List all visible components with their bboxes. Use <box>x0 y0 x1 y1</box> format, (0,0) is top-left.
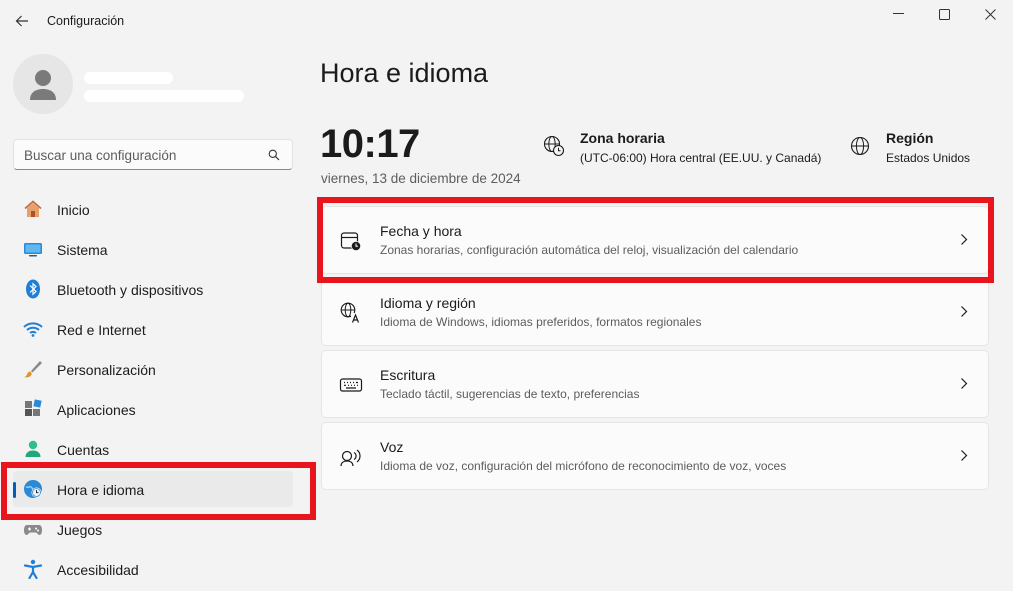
globe-clock-icon <box>543 135 565 157</box>
card-escritura[interactable]: Escritura Teclado táctil, sugerencias de… <box>321 350 989 418</box>
back-arrow-icon <box>15 15 28 27</box>
card-title: Voz <box>380 439 404 455</box>
region-value: Estados Unidos <box>886 151 971 165</box>
card-subtitle: Idioma de voz, configuración del micrófo… <box>380 459 787 473</box>
region-title: Región <box>886 130 934 146</box>
maximize-button[interactable] <box>921 0 967 28</box>
home-icon <box>24 200 42 217</box>
card-subtitle: Teclado táctil, sugerencias de texto, pr… <box>380 387 640 401</box>
sidebar-item-personalizacion[interactable]: Personalización <box>13 351 293 387</box>
sidebar-item-label: Sistema <box>57 242 108 258</box>
language-icon <box>340 302 362 324</box>
highlight-box-nav <box>1 462 316 520</box>
timezone-title: Zona horaria <box>580 130 665 146</box>
globe-icon <box>850 136 870 156</box>
card-title: Idioma y región <box>380 295 476 311</box>
back-button[interactable] <box>10 9 34 33</box>
close-button[interactable] <box>967 0 1013 28</box>
page-title: Hora e idioma <box>320 58 489 88</box>
sidebar-item-aplicaciones[interactable]: Aplicaciones <box>13 391 293 427</box>
sidebar-item-label: Juegos <box>57 522 103 538</box>
sidebar-item-accesibilidad[interactable]: Accesibilidad <box>13 551 293 587</box>
card-subtitle: Idioma de Windows, idiomas preferidos, f… <box>380 315 702 329</box>
sidebar-item-red[interactable]: Red e Internet <box>13 311 293 347</box>
title-bar: Configuración <box>0 0 1013 44</box>
sidebar-item-inicio[interactable]: Inicio <box>13 191 293 227</box>
card-voz[interactable]: Voz Idioma de voz, configuración del mic… <box>321 422 989 490</box>
settings-search[interactable] <box>13 139 293 170</box>
apps-icon <box>25 399 42 416</box>
user-email-redacted <box>84 90 244 102</box>
sidebar-item-label: Cuentas <box>57 442 110 458</box>
wifi-icon <box>23 322 43 337</box>
chevron-right-icon <box>961 450 968 461</box>
app-title: Configuración <box>47 14 125 28</box>
chevron-right-icon <box>961 378 968 389</box>
speech-icon <box>340 449 361 467</box>
sidebar-item-label: Aplicaciones <box>57 402 136 418</box>
sidebar-item-label: Red e Internet <box>57 322 146 338</box>
keyboard-icon <box>339 378 363 392</box>
user-name-redacted <box>84 72 173 84</box>
sidebar-item-sistema[interactable]: Sistema <box>13 231 293 267</box>
sidebar-item-label: Personalización <box>57 362 156 378</box>
timezone-value: (UTC-06:00) Hora central (EE.UU. y Canad… <box>580 151 822 165</box>
sidebar-nav: Inicio Sistema Bluetooth y dispositivos … <box>13 191 293 591</box>
sidebar-item-label: Accesibilidad <box>57 562 139 578</box>
sidebar-item-label: Inicio <box>57 202 90 218</box>
card-title: Escritura <box>380 367 436 383</box>
maximize-icon <box>938 8 950 20</box>
sidebar-item-bluetooth[interactable]: Bluetooth y dispositivos <box>13 271 293 307</box>
bluetooth-icon <box>26 279 40 299</box>
brush-icon <box>24 361 42 378</box>
current-date: viernes, 13 de diciembre de 2024 <box>321 171 521 186</box>
sidebar-item-label: Bluetooth y dispositivos <box>57 282 204 298</box>
card-idioma-region[interactable]: Idioma y región Idioma de Windows, idiom… <box>321 278 989 346</box>
close-icon <box>984 8 996 20</box>
system-icon <box>24 243 42 257</box>
accessibility-icon <box>23 559 43 579</box>
account-icon <box>25 440 41 457</box>
avatar[interactable] <box>13 54 73 114</box>
search-input[interactable] <box>24 146 264 164</box>
gamepad-icon <box>24 525 42 535</box>
current-time: 10:17 <box>320 122 420 166</box>
search-icon <box>268 149 280 161</box>
minimize-button[interactable] <box>875 0 921 28</box>
chevron-right-icon <box>961 306 968 317</box>
highlight-box-card <box>317 197 994 283</box>
minimize-icon <box>892 13 904 14</box>
user-icon <box>30 70 56 100</box>
